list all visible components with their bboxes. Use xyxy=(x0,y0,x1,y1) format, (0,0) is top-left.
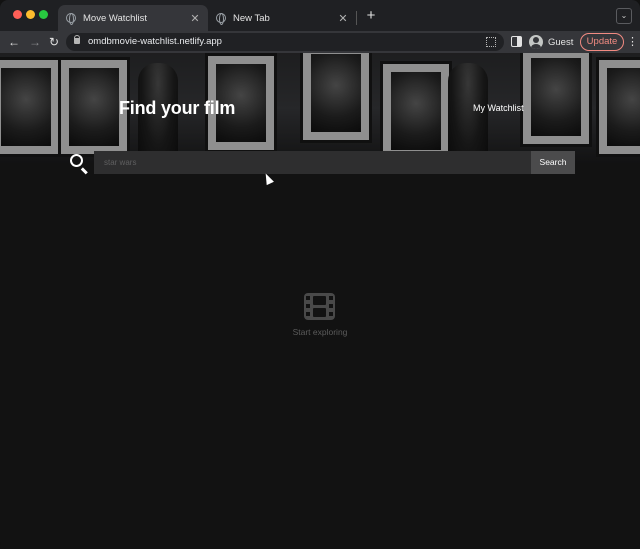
hero-overlay xyxy=(0,53,640,164)
update-button[interactable]: Update xyxy=(580,33,624,51)
web-page: Find your film My Watchlist Search Start… xyxy=(0,53,640,549)
profile-button[interactable]: Guest xyxy=(529,34,573,50)
back-arrow-icon[interactable]: ← xyxy=(5,33,23,51)
tab-title: New Tab xyxy=(233,12,270,24)
new-tab-button[interactable]: + xyxy=(363,7,379,25)
browser-toolbar: ← → ↻ omdbmovie-watchlist.netlify.app Gu… xyxy=(0,31,640,53)
search-input[interactable] xyxy=(94,151,531,174)
side-panel-icon[interactable] xyxy=(511,36,522,47)
tab-title: Move Watchlist xyxy=(83,12,148,24)
globe-icon xyxy=(216,13,226,25)
browser-window: Move Watchlist ✕ New Tab ✕ + ⌄ ← → ↻ omd… xyxy=(0,0,640,549)
search-bar: Search xyxy=(63,151,575,174)
tab-strip: Move Watchlist ✕ New Tab ✕ + ⌄ xyxy=(0,0,640,31)
hero-banner: Find your film My Watchlist xyxy=(0,53,640,164)
avatar xyxy=(529,35,543,49)
film-icon xyxy=(304,293,335,320)
reload-icon[interactable]: ↻ xyxy=(45,33,63,51)
tab-move-watchlist[interactable]: Move Watchlist ✕ xyxy=(58,5,208,31)
tab-new-tab[interactable]: New Tab ✕ xyxy=(208,5,356,31)
extension-icon[interactable] xyxy=(486,37,496,47)
minimize-window-button[interactable] xyxy=(26,10,35,19)
profile-name: Guest xyxy=(548,36,574,48)
globe-icon xyxy=(66,13,76,25)
page-title: Find your film xyxy=(119,98,236,118)
address-bar[interactable]: omdbmovie-watchlist.netlify.app xyxy=(66,33,504,51)
tab-divider xyxy=(356,11,357,25)
search-button[interactable]: Search xyxy=(531,151,575,174)
more-menu-icon[interactable]: ⋮ xyxy=(627,35,638,49)
forward-arrow-icon[interactable]: → xyxy=(26,33,44,51)
search-icon xyxy=(70,154,83,167)
url-text[interactable]: omdbmovie-watchlist.netlify.app xyxy=(88,36,222,47)
close-tab-icon[interactable]: ✕ xyxy=(188,12,202,25)
empty-state-label: Start exploring xyxy=(292,327,348,337)
zoom-window-button[interactable] xyxy=(39,10,48,19)
my-watchlist-link[interactable]: My Watchlist xyxy=(473,103,524,113)
lock-icon[interactable] xyxy=(74,35,80,44)
tab-search-button[interactable]: ⌄ xyxy=(616,8,632,24)
close-window-button[interactable] xyxy=(13,10,22,19)
close-tab-icon[interactable]: ✕ xyxy=(336,12,350,25)
